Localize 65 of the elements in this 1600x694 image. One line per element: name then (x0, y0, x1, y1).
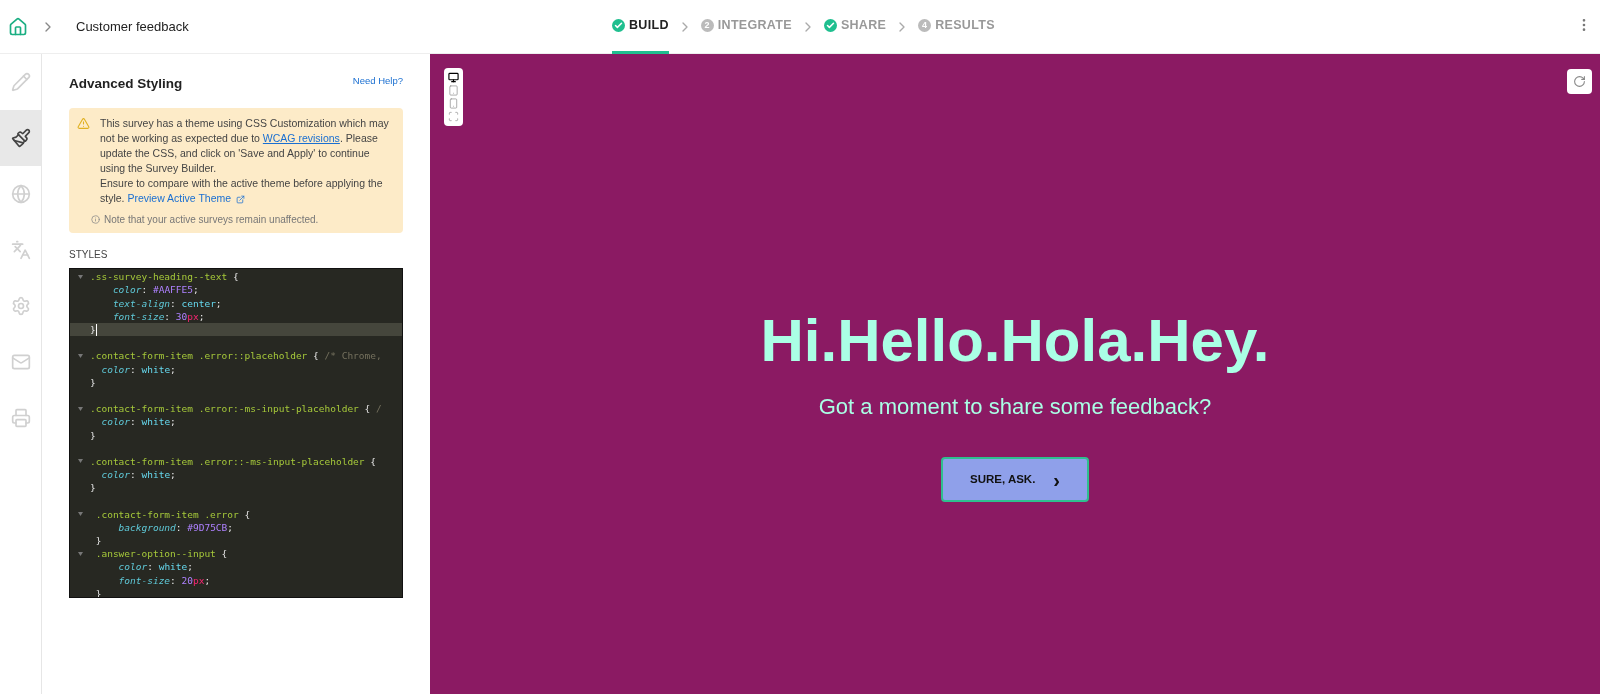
printer-icon (10, 408, 31, 428)
step-number: 2 (700, 19, 714, 32)
code-line: } (94, 534, 102, 548)
code-line: .ss-survey-heading--text { (90, 270, 239, 284)
step-tab[interactable]: SHARE (823, 0, 887, 54)
styles-label: STYLES (69, 248, 109, 263)
code-line: color: white; (100, 468, 176, 482)
chevron-icon: › (1053, 469, 1061, 490)
warning-icon (77, 117, 90, 131)
code-line: } (90, 481, 96, 495)
warning-text: Ensure to compare with the active theme before applying the style. Preview Active Theme (100, 176, 384, 207)
code-line: color: white; (117, 560, 193, 574)
code-line: font-size: 20px; (117, 573, 211, 587)
fold-icon[interactable] (77, 551, 83, 556)
panel-title: Advanced Styling (69, 75, 183, 93)
survey-title: Customer feedback (76, 17, 189, 36)
fullscreen-icon[interactable] (448, 111, 459, 122)
pencil-icon (10, 72, 31, 92)
code-line: font-size: 30px; (111, 309, 205, 323)
code-line: background: #9D75CB; (117, 520, 234, 534)
code-line: } (90, 322, 97, 337)
home-icon[interactable] (8, 16, 28, 37)
code-editor[interactable] (69, 268, 403, 599)
fold-icon[interactable] (77, 512, 83, 517)
refresh-icon (1573, 75, 1586, 88)
survey-heading: Hi.Hello.Hola.Hey. (760, 306, 1270, 376)
external-link-icon (236, 194, 246, 204)
code-line: .contact-form-item .error::-ms-input-placeholder { (90, 454, 376, 469)
code-line: text-align: center; (111, 296, 222, 310)
start-button[interactable]: SURE, ASK. › (941, 457, 1089, 502)
sidebar-item[interactable] (0, 110, 41, 166)
step-number: 4 (918, 19, 932, 32)
step-tab[interactable]: 2 INTEGRATE (700, 0, 792, 54)
check-icon (612, 19, 625, 32)
fold-icon[interactable] (77, 459, 83, 464)
preview-theme-link[interactable]: Preview Active Theme (127, 192, 232, 205)
code-line: .answer-option--input { (94, 547, 228, 561)
code-line: .contact-form-item .error { (94, 507, 251, 521)
brush-icon (10, 128, 31, 148)
code-line: } (90, 428, 96, 442)
info-icon (91, 215, 100, 225)
settings-icon (10, 296, 31, 316)
code-line: color: #AAFFE5; (111, 283, 199, 297)
warning-text: This survey has a theme using CSS Customization which may not be working as expected due to WCAG revisions. Please update the CSS, and click on 'Save and Apply' to continue using the Survey Builder. (100, 116, 390, 177)
note-text: Note that your active surveys remain unaffected. (104, 213, 319, 228)
refresh-button[interactable] (1567, 69, 1592, 94)
wcag-link[interactable]: WCAG revisions (262, 132, 340, 145)
fold-icon[interactable] (77, 406, 83, 411)
step-tab[interactable]: 4 RESULTS (918, 0, 995, 54)
code-line: .contact-form-item .error::placeholder { /* Chrome, (90, 349, 382, 363)
globe-icon (10, 184, 31, 204)
help-link[interactable]: Need Help? (352, 74, 403, 89)
survey-subheading: Got a moment to share some feedback? (818, 393, 1212, 421)
phone-icon[interactable] (448, 98, 459, 109)
mail-icon (10, 352, 31, 372)
translate-icon (10, 240, 31, 260)
text-cursor (95, 324, 97, 337)
check-icon (823, 19, 837, 32)
fold-icon[interactable] (77, 274, 83, 279)
monitor-icon[interactable] (448, 72, 459, 83)
code-line: color: white; (100, 415, 176, 429)
fold-icon[interactable] (77, 353, 83, 358)
code-line: color: white; (100, 362, 176, 376)
code-line: .contact-form-item .error:-ms-input-placeholder { / (90, 402, 382, 416)
code-line: } (90, 375, 96, 389)
